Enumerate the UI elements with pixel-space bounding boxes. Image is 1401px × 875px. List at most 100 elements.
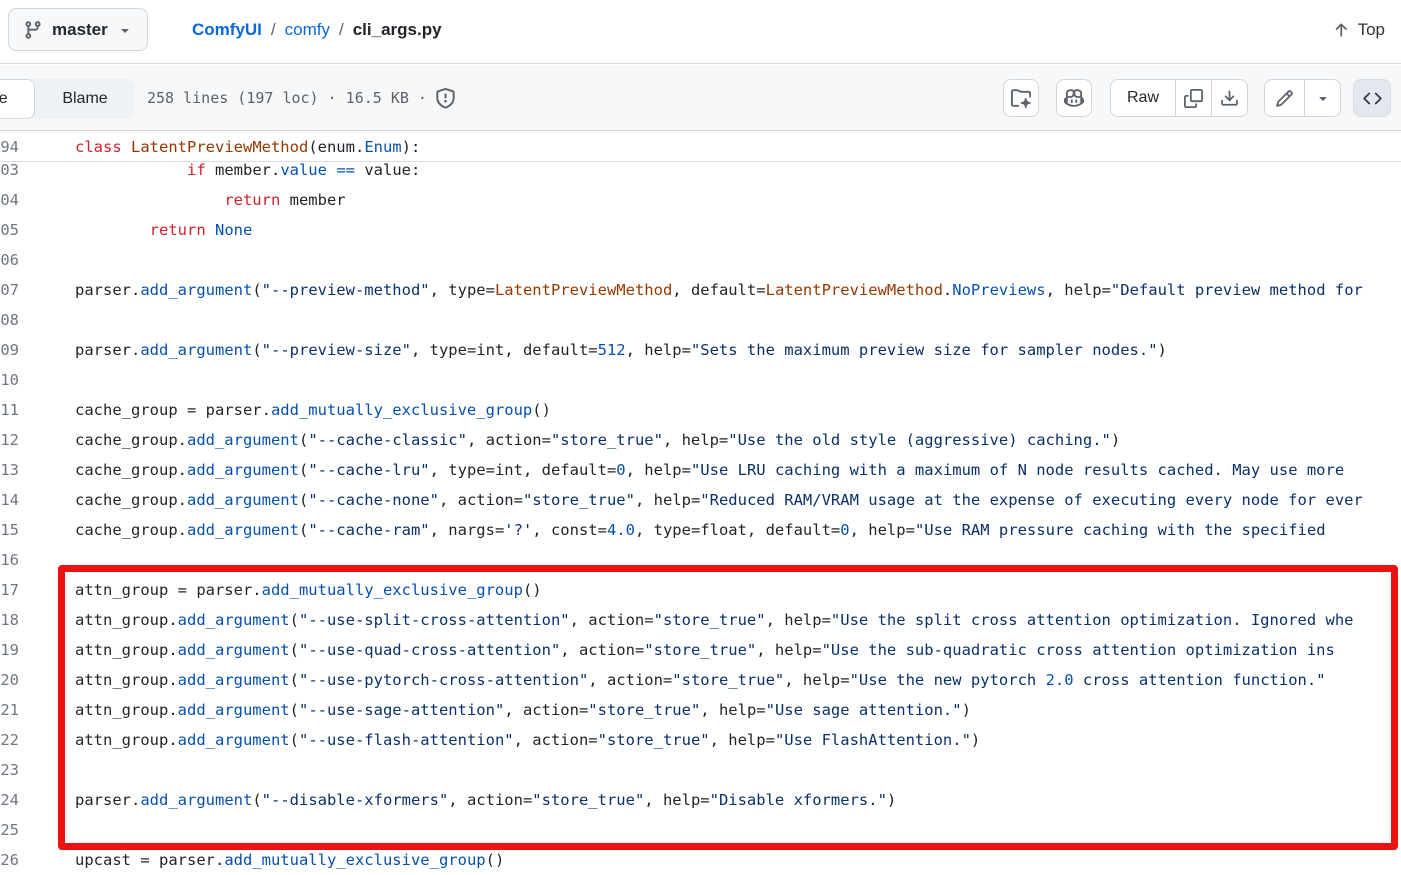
code-line-text: cache_group.add_argument("--cache-classi… [75,425,1120,455]
file-info: 258 lines (197 loc) · 16.5 KB · [147,65,456,131]
shield-alert-icon[interactable] [435,88,456,109]
code-line-text: attn_group.add_argument("--use-flash-att… [75,725,980,755]
code-line-text: attn_group.add_argument("--use-pytorch-c… [75,665,1326,695]
top-bar: master ComfyUI / comfy / cli_args.py Top [0,0,1401,64]
code-line-text: return member [75,185,346,215]
line-number[interactable]: 223 [0,755,19,785]
code-line-text: cache_group = parser.add_mutually_exclus… [75,395,551,425]
line-number[interactable]: 216 [0,545,19,575]
line-number[interactable]: 221 [0,695,19,725]
breadcrumb: ComfyUI / comfy / cli_args.py [192,0,442,60]
code-line: 207 parser.add_argument("--preview-method… [0,275,1401,305]
code-line: 210 [0,365,1401,395]
pencil-icon [1275,89,1294,108]
scroll-to-top-link[interactable]: Top [1332,0,1385,60]
breadcrumb-separator: / [339,20,344,40]
code-line-text: parser.add_argument("--preview-method", … [75,275,1363,305]
raw-copy-download-group: Raw [1110,79,1248,117]
line-number[interactable]: 211 [0,395,19,425]
code-line: 217 attn_group = parser.add_mutually_excl… [0,575,1401,605]
line-number[interactable]: 225 [0,815,19,845]
code-line: 208 [0,305,1401,335]
breadcrumb-file-name: cli_args.py [353,20,442,40]
symbols-panel-button[interactable] [1353,79,1391,117]
breadcrumb-dir-link[interactable]: comfy [285,20,330,40]
file-header: Code Blame 258 lines (197 loc) · 16.5 KB… [0,65,1401,131]
copilot-icon [1064,88,1084,108]
folder-sparkle-icon [1011,88,1031,108]
code-line: 221 attn_group.add_argument("--use-sage-a… [0,695,1401,725]
tab-blame[interactable]: Blame [38,79,132,119]
code-line: 214 cache_group.add_argument("--cache-non… [0,485,1401,515]
line-number[interactable]: 206 [0,245,19,275]
line-number[interactable]: 218 [0,605,19,635]
branch-selector-button[interactable]: master [8,8,148,51]
code-view: 203 if member.value == value:204 return … [0,132,1401,854]
code-line-text: parser.add_argument("--disable-xformers"… [75,785,896,815]
code-line-text: cache_group.add_argument("--cache-ram", … [75,515,1326,545]
code-line: 213 cache_group.add_argument("--cache-lru… [0,455,1401,485]
code-line: 218 attn_group.add_argument("--use-split-… [0,605,1401,635]
code-line: 212 cache_group.add_argument("--cache-cla… [0,425,1401,455]
git-branch-icon [23,20,43,40]
download-raw-button[interactable] [1211,80,1247,116]
code-line: 206 [0,245,1401,275]
chevron-down-icon [1315,90,1331,106]
edit-options-dropdown[interactable] [1304,80,1340,116]
line-number[interactable]: 209 [0,335,19,365]
code-line-text: attn_group.add_argument("--use-sage-atte… [75,695,971,725]
edit-button-group [1264,79,1341,117]
line-number[interactable]: 212 [0,425,19,455]
code-line-text: attn_group.add_argument("--use-quad-cros… [75,635,1335,665]
line-number[interactable]: 220 [0,665,19,695]
raw-button[interactable]: Raw [1111,80,1175,116]
line-number[interactable]: 226 [0,845,19,875]
code-line-text: cache_group.add_argument("--cache-none",… [75,485,1363,515]
chevron-down-icon [117,22,133,38]
code-line-text: return None [75,215,252,245]
code-line: 211 cache_group = parser.add_mutually_exc… [0,395,1401,425]
code-line: 223 [0,755,1401,785]
top-link-label: Top [1358,20,1385,40]
download-icon [1220,89,1239,108]
copilot-button[interactable] [1056,79,1092,117]
line-number[interactable]: 213 [0,455,19,485]
line-number[interactable]: 208 [0,305,19,335]
code-line-text: parser.add_argument("--preview-size", ty… [75,335,1167,365]
line-number[interactable]: 215 [0,515,19,545]
open-workspace-button[interactable] [1003,79,1039,117]
code-line-text: cache_group.add_argument("--cache-lru", … [75,455,1344,485]
code-line-text: attn_group.add_argument("--use-split-cro… [75,605,1354,635]
code-line: 224 parser.add_argument("--disable-xforme… [0,785,1401,815]
code-line-text: attn_group = parser.add_mutually_exclusi… [75,575,542,605]
sticky-symbol-line[interactable]: 194 class LatentPreviewMethod(enum.Enum)… [0,132,1401,162]
line-number[interactable]: 205 [0,215,19,245]
copy-icon [1184,89,1203,108]
line-number[interactable]: 207 [0,275,19,305]
line-number[interactable]: 222 [0,725,19,755]
code-line: 220 attn_group.add_argument("--use-pytorc… [0,665,1401,695]
tab-code[interactable]: Code [0,79,35,119]
arrow-up-icon [1332,21,1350,39]
line-number[interactable]: 217 [0,575,19,605]
code-symbols-icon [1363,89,1382,108]
code-line-text: upcast = parser.add_mutually_exclusive_g… [75,845,504,875]
breadcrumb-repo-link[interactable]: ComfyUI [192,20,262,40]
code-line: 204 return member [0,185,1401,215]
code-line: 215 cache_group.add_argument("--cache-ram… [0,515,1401,545]
file-info-text: 258 lines (197 loc) · 16.5 KB · [147,89,427,107]
line-number[interactable]: 214 [0,485,19,515]
code-line: 205 return None [0,215,1401,245]
line-number[interactable]: 219 [0,635,19,665]
raw-button-label: Raw [1111,89,1175,107]
edit-file-button[interactable] [1265,80,1304,116]
code-line-text: class LatentPreviewMethod(enum.Enum): [75,132,420,162]
line-number[interactable]: 210 [0,365,19,395]
code-line: 209 parser.add_argument("--preview-size",… [0,335,1401,365]
line-number[interactable]: 194 [0,132,19,162]
branch-name: master [52,20,108,40]
line-number[interactable]: 204 [0,185,19,215]
copy-raw-button[interactable] [1175,80,1211,116]
line-number[interactable]: 224 [0,785,19,815]
code-line: 216 [0,545,1401,575]
